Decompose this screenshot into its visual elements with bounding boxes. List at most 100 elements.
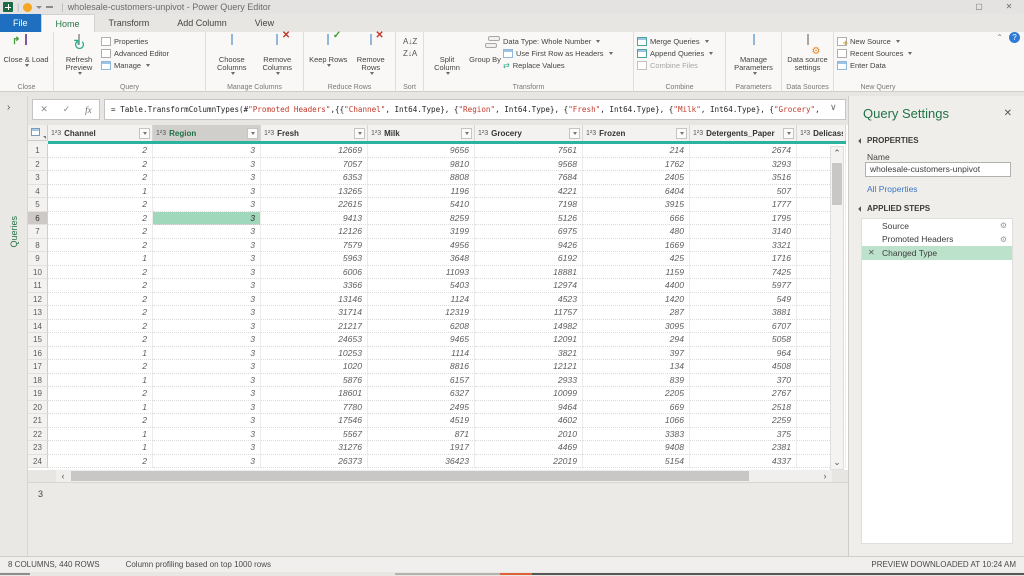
new-source-button[interactable]: +New Source bbox=[837, 37, 912, 46]
all-properties-link[interactable]: All Properties bbox=[867, 184, 918, 194]
group-by-button[interactable]: Group By bbox=[467, 34, 503, 80]
enter-data-button[interactable]: Enter Data bbox=[837, 61, 912, 70]
filter-dropdown-icon[interactable] bbox=[569, 128, 580, 139]
table-cell[interactable]: 1020 bbox=[261, 360, 368, 374]
table-cell[interactable]: 17546 bbox=[261, 414, 368, 428]
table-cell[interactable]: 1 bbox=[48, 441, 153, 455]
table-cell[interactable]: 6975 bbox=[475, 225, 583, 239]
row-number[interactable]: 4 bbox=[28, 185, 48, 199]
table-cell[interactable]: 3321 bbox=[690, 239, 797, 253]
refresh-preview-button[interactable]: ↻ Refresh Preview bbox=[57, 34, 101, 80]
combine-files-button[interactable]: Combine Files bbox=[637, 61, 713, 70]
table-cell[interactable]: 669 bbox=[583, 401, 690, 415]
row-number[interactable]: 14 bbox=[28, 320, 48, 334]
table-cell[interactable]: 5876 bbox=[261, 374, 368, 388]
collapse-ribbon-icon[interactable]: ⌃ bbox=[996, 33, 1003, 42]
table-cell[interactable]: 4337 bbox=[690, 455, 797, 469]
tab-home[interactable]: Home bbox=[41, 14, 95, 32]
column-header-milk[interactable]: 1²3Milk bbox=[368, 125, 475, 141]
table-cell[interactable]: 10099 bbox=[475, 387, 583, 401]
table-cell[interactable]: 3648 bbox=[368, 252, 475, 266]
table-cell[interactable]: 24653 bbox=[261, 333, 368, 347]
row-number[interactable]: 9 bbox=[28, 252, 48, 266]
sort-ascending-icon[interactable]: A↓Z bbox=[403, 38, 417, 46]
table-cell[interactable]: 2 bbox=[48, 414, 153, 428]
table-cell[interactable]: 134 bbox=[583, 360, 690, 374]
table-cell[interactable]: 4523 bbox=[475, 293, 583, 307]
quick-access-dropdown-icon[interactable] bbox=[36, 6, 42, 9]
table-cell[interactable]: 6353 bbox=[261, 171, 368, 185]
table-cell[interactable]: 9568 bbox=[475, 158, 583, 172]
table-cell[interactable]: 1196 bbox=[368, 185, 475, 199]
table-cell[interactable]: 2 bbox=[48, 455, 153, 469]
table-cell[interactable]: 4469 bbox=[475, 441, 583, 455]
table-cell[interactable]: 7561 bbox=[475, 144, 583, 158]
table-cell[interactable]: 3 bbox=[153, 185, 261, 199]
manage-parameters-button[interactable]: Manage Parameters bbox=[729, 34, 778, 80]
formula-commit-icon[interactable]: ✓ bbox=[63, 104, 71, 115]
table-cell[interactable]: 31276 bbox=[261, 441, 368, 455]
scroll-up-icon[interactable]: ⌃ bbox=[831, 148, 843, 159]
table-cell[interactable]: 3 bbox=[153, 360, 261, 374]
step-settings-gear-icon[interactable]: ⚙ bbox=[1000, 221, 1007, 230]
table-cell[interactable]: 5154 bbox=[583, 455, 690, 469]
table-cell[interactable]: 1777 bbox=[690, 198, 797, 212]
table-cell[interactable]: 3 bbox=[153, 158, 261, 172]
formula-expand-icon[interactable]: ∨ bbox=[830, 102, 837, 113]
table-cell[interactable]: 2 bbox=[48, 266, 153, 280]
table-cell[interactable]: 36423 bbox=[368, 455, 475, 469]
table-cell[interactable]: 370 bbox=[690, 374, 797, 388]
table-cell[interactable]: 5410 bbox=[368, 198, 475, 212]
vertical-scrollbar[interactable]: ⌃ ⌄ bbox=[830, 146, 844, 470]
row-number[interactable]: 6 bbox=[28, 212, 48, 226]
merge-queries-button[interactable]: Merge Queries bbox=[637, 37, 713, 46]
table-cell[interactable]: 2 bbox=[48, 225, 153, 239]
table-cell[interactable]: 287 bbox=[583, 306, 690, 320]
row-number[interactable]: 12 bbox=[28, 293, 48, 307]
remove-rows-button[interactable]: ✕ Remove Rows bbox=[350, 34, 393, 80]
table-cell[interactable]: 3 bbox=[153, 333, 261, 347]
applied-step-source[interactable]: Source⚙ bbox=[862, 219, 1012, 233]
keep-rows-button[interactable]: ✓ Keep Rows bbox=[307, 34, 350, 80]
table-cell[interactable]: 3140 bbox=[690, 225, 797, 239]
applied-step-changed-type[interactable]: ✕Changed Type bbox=[862, 246, 1012, 260]
table-cell[interactable]: 12121 bbox=[475, 360, 583, 374]
table-cell[interactable]: 1159 bbox=[583, 266, 690, 280]
table-cell[interactable]: 2 bbox=[48, 158, 153, 172]
tab-add-column[interactable]: Add Column bbox=[163, 14, 241, 32]
table-cell[interactable]: 3 bbox=[153, 239, 261, 253]
table-cell[interactable]: 5403 bbox=[368, 279, 475, 293]
table-cell[interactable]: 3 bbox=[153, 266, 261, 280]
row-number[interactable]: 3 bbox=[28, 171, 48, 185]
manage-button[interactable]: Manage bbox=[101, 61, 169, 70]
row-number[interactable]: 1 bbox=[28, 144, 48, 158]
table-cell[interactable]: 294 bbox=[583, 333, 690, 347]
table-cell[interactable]: 9464 bbox=[475, 401, 583, 415]
table-cell[interactable]: 6327 bbox=[368, 387, 475, 401]
table-cell[interactable]: 8808 bbox=[368, 171, 475, 185]
table-cell[interactable]: 2 bbox=[48, 360, 153, 374]
filter-dropdown-icon[interactable] bbox=[247, 128, 258, 139]
table-cell[interactable]: 6707 bbox=[690, 320, 797, 334]
table-cell[interactable]: 22615 bbox=[261, 198, 368, 212]
table-cell[interactable]: 1124 bbox=[368, 293, 475, 307]
tab-transform[interactable]: Transform bbox=[95, 14, 164, 32]
table-cell[interactable]: 5567 bbox=[261, 428, 368, 442]
row-number[interactable]: 17 bbox=[28, 360, 48, 374]
table-cell[interactable]: 3 bbox=[153, 428, 261, 442]
table-cell[interactable]: 4508 bbox=[690, 360, 797, 374]
replace-values-button[interactable]: ⇄Replace Values bbox=[503, 61, 613, 70]
table-cell[interactable]: 1 bbox=[48, 252, 153, 266]
table-cell[interactable]: 7425 bbox=[690, 266, 797, 280]
table-cell[interactable]: 4400 bbox=[583, 279, 690, 293]
table-cell[interactable]: 3516 bbox=[690, 171, 797, 185]
table-cell[interactable]: 9465 bbox=[368, 333, 475, 347]
table-cell[interactable]: 3 bbox=[153, 144, 261, 158]
row-number[interactable]: 20 bbox=[28, 401, 48, 415]
row-number[interactable]: 24 bbox=[28, 455, 48, 469]
table-cell[interactable]: 7579 bbox=[261, 239, 368, 253]
table-cell[interactable]: 3 bbox=[153, 401, 261, 415]
row-number[interactable]: 15 bbox=[28, 333, 48, 347]
table-cell[interactable]: 9656 bbox=[368, 144, 475, 158]
table-cell[interactable]: 5058 bbox=[690, 333, 797, 347]
